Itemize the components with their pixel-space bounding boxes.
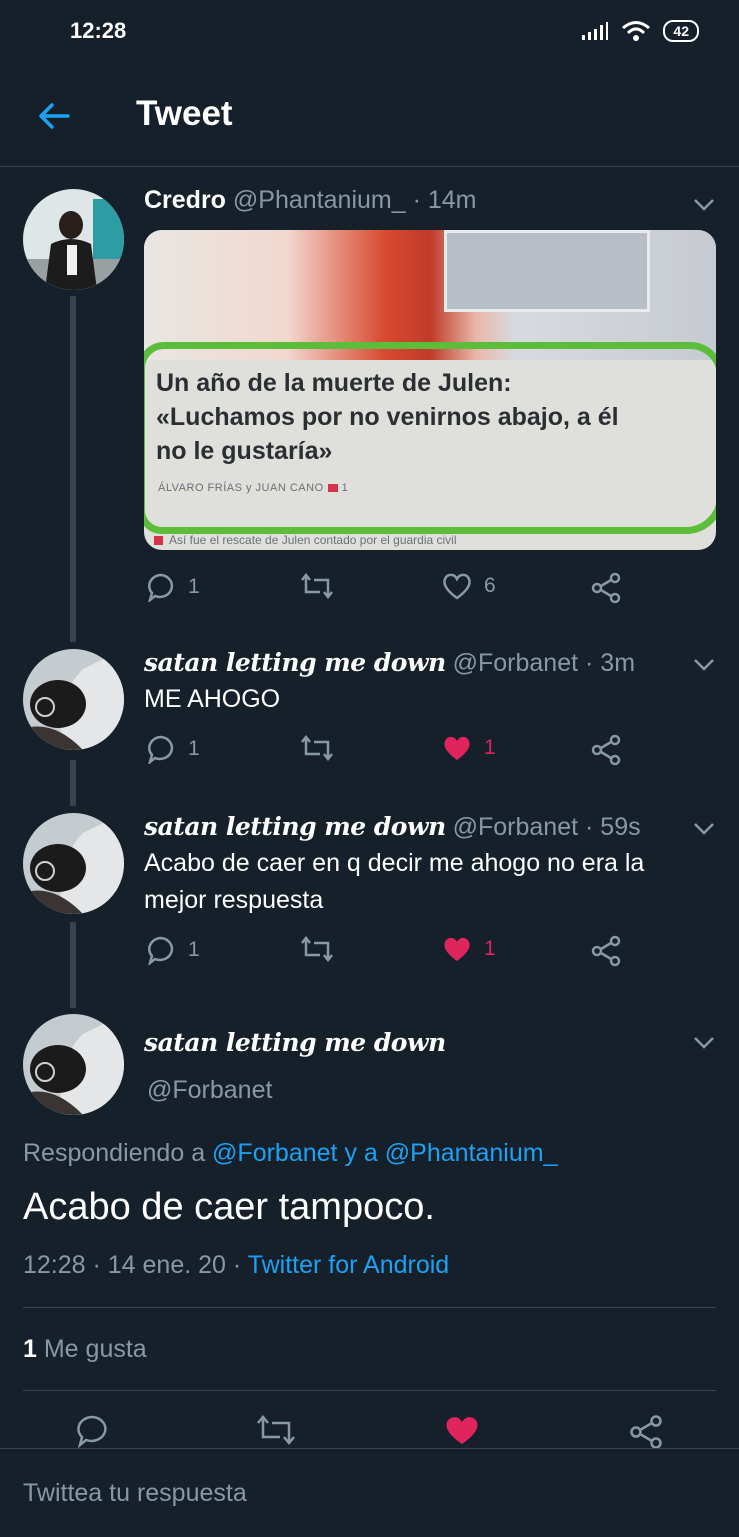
reply-icon[interactable] [76, 1414, 110, 1448]
likes-summary[interactable]: 1 Me gusta [23, 1335, 147, 1364]
reply-count: 1 [188, 737, 200, 760]
avatar[interactable] [23, 1014, 124, 1115]
retweet-icon [301, 572, 333, 600]
chevron-down-icon[interactable] [693, 822, 715, 836]
user-handle[interactable]: @Forbanet [453, 649, 578, 677]
article-headline: Un año de la muerte de Julen: «Luchamos … [156, 369, 619, 465]
reply-bar: Twittea tu respuesta [0, 1448, 739, 1537]
bullet-icon [154, 536, 163, 546]
comment-icon [327, 484, 338, 493]
retweet-button[interactable] [300, 935, 334, 963]
tweet-text: ME AHOGO [144, 685, 281, 713]
retweet-icon[interactable] [256, 1414, 296, 1446]
heart-icon [443, 573, 471, 600]
tweet-header: satan letting me down @Forbanet · 3m [144, 648, 635, 678]
chevron-down-icon[interactable] [693, 198, 715, 212]
main-user-name[interactable]: satan letting me down [144, 1028, 446, 1058]
tweet-header: satan letting me down @Forbanet · 59s [144, 812, 641, 842]
tweet-text: Acabo de caer en q decir me ahogo no era… [144, 849, 645, 914]
tweet-time: · 14m [412, 186, 477, 214]
tweet-actions: 1 1 [144, 734, 644, 774]
likes-count: 1 [23, 1335, 37, 1363]
tweet-time: · 3m [585, 649, 636, 677]
mention-phantanium[interactable]: @Phantanium_ [385, 1139, 558, 1167]
heart-filled-icon[interactable] [444, 1414, 480, 1446]
status-bar: 12:28 42 [0, 0, 739, 66]
like-count: 6 [484, 574, 496, 597]
user-name[interactable]: satan letting me down [144, 648, 446, 677]
tweet-actions: 1 1 [144, 935, 644, 975]
like-button[interactable]: 6 [442, 572, 496, 600]
main-user-handle[interactable]: @Forbanet [147, 1076, 272, 1105]
reply-icon [148, 735, 174, 764]
battery-icon: 42 [663, 20, 699, 42]
reply-count: 1 [188, 575, 200, 598]
retweet-button[interactable] [300, 572, 334, 600]
avatar[interactable] [23, 189, 124, 290]
main-tweet-text: Acabo de caer tampoco. [23, 1186, 435, 1228]
tweet-time: · 59s [585, 813, 641, 841]
photo-screen [444, 230, 650, 312]
heart-filled-icon [444, 937, 470, 961]
user-name[interactable]: Credro [144, 186, 226, 214]
article-caption: Así fue el rescate de Julen contado por … [154, 533, 457, 547]
signal-icon [582, 22, 609, 40]
thread-line [70, 760, 76, 806]
divider [23, 1390, 716, 1391]
status-time: 12:28 [70, 18, 127, 43]
like-button[interactable]: 1 [442, 734, 496, 762]
tweet-source[interactable]: Twitter for Android [248, 1251, 449, 1279]
share-button[interactable] [590, 734, 622, 766]
reply-icon [148, 936, 174, 965]
chevron-down-icon[interactable] [693, 658, 715, 672]
avatar[interactable] [23, 649, 124, 750]
wifi-icon [622, 21, 651, 41]
tweet-timestamp: 12:28 · 14 ene. 20 · [23, 1251, 242, 1279]
replying-to: Respondiendo a @Forbanet y a @Phantanium… [23, 1139, 558, 1167]
user-name[interactable]: satan letting me down [144, 812, 446, 841]
like-button[interactable]: 1 [442, 935, 496, 963]
app-header: Tweet [0, 66, 739, 167]
like-count: 1 [484, 937, 496, 960]
reply-count: 1 [188, 938, 200, 961]
retweet-icon [301, 935, 333, 963]
share-icon[interactable] [628, 1414, 664, 1450]
status-icons: 42 [581, 20, 699, 42]
heart-filled-icon [444, 736, 470, 760]
user-handle[interactable]: @Forbanet [453, 813, 578, 841]
divider [23, 1307, 716, 1308]
avatar[interactable] [23, 813, 124, 914]
article-byline: ÁLVARO FRÍAS y JUAN CANO 1 [158, 482, 349, 494]
retweet-icon [301, 734, 333, 762]
chevron-down-icon[interactable] [693, 1036, 715, 1050]
mention-forbanet[interactable]: @Forbanet [212, 1139, 337, 1167]
user-handle[interactable]: @Phantanium_ [233, 186, 406, 214]
tweet-header: Credro @Phantanium_ · 14m [144, 186, 477, 215]
tweet-meta: 12:28 · 14 ene. 20 · Twitter for Android [23, 1251, 449, 1280]
reply-button[interactable]: 1 [146, 935, 200, 965]
tweet-image[interactable]: Un año de la muerte de Julen: «Luchamos … [144, 230, 716, 550]
reply-button[interactable]: 1 [146, 734, 200, 764]
retweet-button[interactable] [300, 734, 334, 762]
thread-line [70, 296, 76, 642]
tweet-actions: 1 6 [144, 572, 644, 612]
page-title: Tweet [136, 94, 233, 133]
share-icon [591, 734, 621, 766]
share-icon [591, 572, 621, 604]
thread-line [70, 922, 76, 1008]
back-arrow-icon [39, 103, 70, 129]
share-icon [591, 935, 621, 967]
likes-label: Me gusta [43, 1335, 147, 1363]
back-button[interactable] [34, 96, 74, 136]
share-button[interactable] [590, 935, 622, 967]
reply-icon [148, 573, 174, 602]
like-count: 1 [484, 736, 496, 759]
reply-input[interactable]: Twittea tu respuesta [23, 1479, 247, 1508]
reply-button[interactable]: 1 [146, 572, 200, 602]
share-button[interactable] [590, 572, 622, 604]
